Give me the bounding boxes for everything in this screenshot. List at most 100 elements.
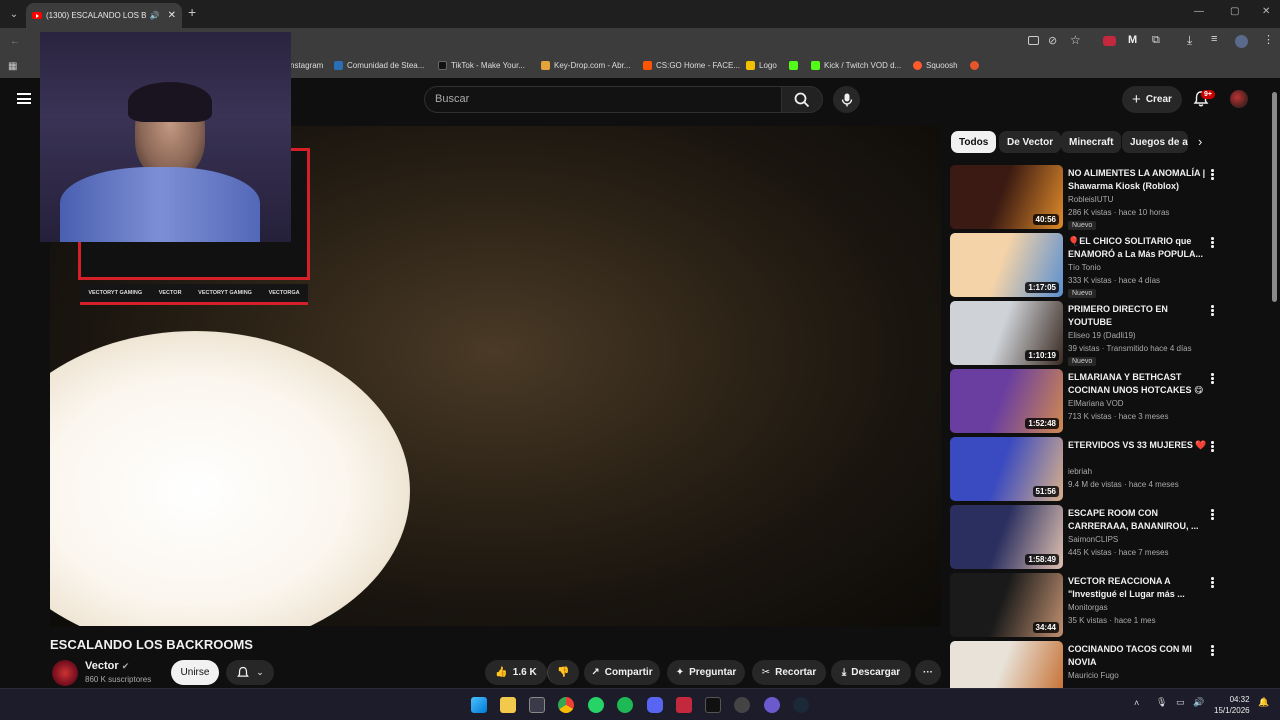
recommended-video[interactable]: 40:56 NO ALIMENTES LA ANOMALÍA | Shawarma… bbox=[950, 165, 1270, 230]
recommended-video-title[interactable]: VECTOR REACCIONA A "Investigué el Lugar … bbox=[1068, 575, 1208, 601]
channel-name[interactable]: Vector ✔ bbox=[85, 660, 129, 672]
chevron-right-icon[interactable]: › bbox=[1198, 134, 1202, 149]
spotify-icon[interactable] bbox=[617, 697, 633, 713]
bookmark-item[interactable]: Squoosh bbox=[913, 61, 958, 70]
recommended-video[interactable]: 34:44 VECTOR REACCIONA A "Investigué el L… bbox=[950, 573, 1270, 637]
close-window-icon[interactable]: ✕ bbox=[1262, 6, 1270, 17]
bookmark-item[interactable] bbox=[970, 61, 979, 70]
channel-avatar[interactable] bbox=[52, 660, 78, 686]
speaker-icon[interactable]: 🔊 bbox=[150, 11, 160, 20]
bookmark-item[interactable]: Key-Drop.com - Abr... bbox=[541, 61, 630, 70]
bookmark-item[interactable]: Logo bbox=[746, 61, 777, 70]
recommended-channel-name[interactable]: Eliseo 19 (Dadli19) bbox=[1068, 331, 1136, 340]
chip-minecraft[interactable]: Minecraft bbox=[1061, 131, 1122, 153]
ask-button[interactable]: ✦ Preguntar bbox=[667, 660, 745, 685]
search-button[interactable] bbox=[781, 86, 823, 113]
extension-m-icon[interactable]: M bbox=[1128, 34, 1137, 46]
recommended-channel-name[interactable]: RobleisIUTU bbox=[1068, 195, 1113, 204]
subscription-bell-button[interactable]: ⌄ bbox=[226, 660, 274, 685]
more-options-icon[interactable] bbox=[1211, 373, 1215, 385]
recommended-video[interactable]: 1:17:05 🎈EL CHICO SOLITARIO que ENAMORÓ a… bbox=[950, 233, 1270, 298]
more-options-icon[interactable] bbox=[1211, 645, 1215, 657]
new-tab-button[interactable]: + bbox=[188, 4, 196, 20]
share-button[interactable]: ↗ Compartir bbox=[584, 660, 660, 685]
app-icon[interactable] bbox=[734, 697, 750, 713]
video-thumbnail[interactable]: 1:10:19 bbox=[950, 301, 1063, 365]
recommended-video[interactable]: 1:58:49 ESCAPE ROOM CON CARRERAAA, BANANI… bbox=[950, 505, 1270, 569]
recommended-channel-name[interactable]: Monitorgas bbox=[1068, 603, 1108, 612]
reading-list-icon[interactable]: ≡ bbox=[1211, 33, 1217, 45]
create-button[interactable]: + Crear bbox=[1122, 86, 1182, 113]
video-thumbnail[interactable]: 1:52:48 bbox=[950, 369, 1063, 433]
whatsapp-icon[interactable] bbox=[588, 697, 604, 713]
more-options-icon[interactable] bbox=[1211, 169, 1215, 181]
back-icon[interactable]: ← bbox=[10, 36, 20, 47]
dislike-button[interactable]: 👎 bbox=[547, 660, 579, 685]
tray-network-icon[interactable]: ▭ bbox=[1176, 697, 1185, 708]
bookmark-item[interactable]: nstagram bbox=[290, 61, 323, 70]
recommended-channel-name[interactable]: ElMariana VOD bbox=[1068, 399, 1124, 408]
download-icon[interactable]: ⤓ bbox=[1187, 33, 1192, 48]
chip-adventure-games[interactable]: Juegos de av bbox=[1122, 131, 1188, 153]
bookmark-star-icon[interactable]: ☆ bbox=[1070, 33, 1081, 47]
recommended-video-title[interactable]: ETERVIDOS VS 33 MUJERES ❤️ bbox=[1068, 439, 1208, 452]
chrome-icon[interactable] bbox=[558, 697, 574, 713]
eye-off-icon[interactable]: ⊘ bbox=[1048, 34, 1057, 47]
download-button[interactable]: ⤓ Descargar bbox=[831, 660, 911, 685]
recommended-video-title[interactable]: ELMARIANA Y BETHCAST COCINAN UNOS HOTCAK… bbox=[1068, 371, 1208, 397]
profile-icon[interactable] bbox=[1235, 35, 1248, 48]
search-input[interactable]: Buscar bbox=[424, 86, 782, 113]
scrollbar-thumb[interactable] bbox=[1272, 92, 1277, 302]
account-avatar[interactable] bbox=[1230, 90, 1248, 108]
recommended-video-title[interactable]: 🎈EL CHICO SOLITARIO que ENAMORÓ a La Más… bbox=[1068, 235, 1208, 261]
bookmark-item[interactable] bbox=[789, 61, 798, 70]
browser-tab[interactable]: (1300) ESCALANDO LOS BA 🔊 ✕ bbox=[26, 3, 182, 28]
tray-mic-icon[interactable]: 🎙 bbox=[1156, 697, 1167, 708]
more-options-icon[interactable] bbox=[1211, 577, 1215, 589]
hamburger-menu-icon[interactable] bbox=[17, 93, 31, 104]
recommended-video[interactable]: 1:52:48 ELMARIANA Y BETHCAST COCINAN UNOS… bbox=[950, 369, 1270, 433]
bookmark-item[interactable]: TikTok - Make Your... bbox=[438, 61, 525, 70]
tab-close-icon[interactable]: ✕ bbox=[168, 10, 176, 21]
tidal-icon[interactable] bbox=[705, 697, 721, 713]
recommended-video-title[interactable]: PRIMERO DIRECTO EN YOUTUBE bbox=[1068, 303, 1208, 329]
video-thumbnail[interactable]: 40:56 bbox=[950, 165, 1063, 229]
voice-search-button[interactable] bbox=[833, 86, 860, 113]
store-icon[interactable] bbox=[529, 697, 545, 713]
chip-from-channel[interactable]: De Vector bbox=[999, 131, 1062, 153]
taskbar-clock[interactable]: 04:32 15/1/2026 bbox=[1214, 694, 1250, 716]
more-actions-button[interactable]: ··· bbox=[915, 660, 941, 685]
video-thumbnail[interactable]: 51:56 bbox=[950, 437, 1063, 501]
windows-start-icon[interactable] bbox=[471, 697, 487, 713]
recommended-video-title[interactable]: ESCAPE ROOM CON CARRERAAA, BANANIROU, ..… bbox=[1068, 507, 1208, 533]
extensions-puzzle-icon[interactable]: ⧉ bbox=[1152, 34, 1160, 47]
recommended-video[interactable]: 1:10:19 PRIMERO DIRECTO EN YOUTUBE Eliseo … bbox=[950, 301, 1270, 366]
chip-all[interactable]: Todos bbox=[951, 131, 997, 153]
minimize-icon[interactable]: — bbox=[1194, 6, 1204, 17]
recommended-video[interactable]: 51:56 ETERVIDOS VS 33 MUJERES ❤️ iebriah 9.… bbox=[950, 437, 1270, 501]
tray-volume-icon[interactable]: 🔊 bbox=[1193, 697, 1204, 708]
recommended-video-title[interactable]: COCINANDO TACOS CON MI NOVIA bbox=[1068, 643, 1208, 669]
install-icon[interactable] bbox=[1028, 36, 1039, 45]
recommended-channel-name[interactable]: SaimonCLIPS bbox=[1068, 535, 1118, 544]
more-options-icon[interactable] bbox=[1211, 237, 1215, 249]
recommended-video-title[interactable]: NO ALIMENTES LA ANOMALÍA | Shawarma Kios… bbox=[1068, 167, 1208, 193]
video-thumbnail[interactable]: 34:44 bbox=[950, 573, 1063, 637]
file-explorer-icon[interactable] bbox=[500, 697, 516, 713]
like-button[interactable]: 👍 1.6 K bbox=[485, 660, 547, 685]
notification-center-icon[interactable]: 🔔 bbox=[1258, 697, 1269, 708]
bookmark-item[interactable]: Kick / Twitch VOD d... bbox=[811, 61, 901, 70]
clip-button[interactable]: ✂ Recortar bbox=[752, 660, 826, 685]
recommended-channel-name[interactable]: Tío Tonio bbox=[1068, 263, 1101, 272]
app-icon[interactable] bbox=[676, 697, 692, 713]
app-icon[interactable] bbox=[764, 697, 780, 713]
more-options-icon[interactable] bbox=[1211, 305, 1215, 317]
bookmark-item[interactable]: Comunidad de Stea... bbox=[334, 61, 424, 70]
join-button[interactable]: Unirse bbox=[171, 660, 219, 685]
menu-dots-icon[interactable]: ⋮ bbox=[1263, 33, 1274, 46]
tab-search-icon[interactable]: ⌄ bbox=[0, 0, 28, 28]
adblock-extension-icon[interactable] bbox=[1103, 36, 1116, 46]
steam-icon[interactable] bbox=[793, 697, 809, 713]
video-thumbnail[interactable]: 1:58:49 bbox=[950, 505, 1063, 569]
recommended-channel-name[interactable]: iebriah bbox=[1068, 467, 1092, 476]
